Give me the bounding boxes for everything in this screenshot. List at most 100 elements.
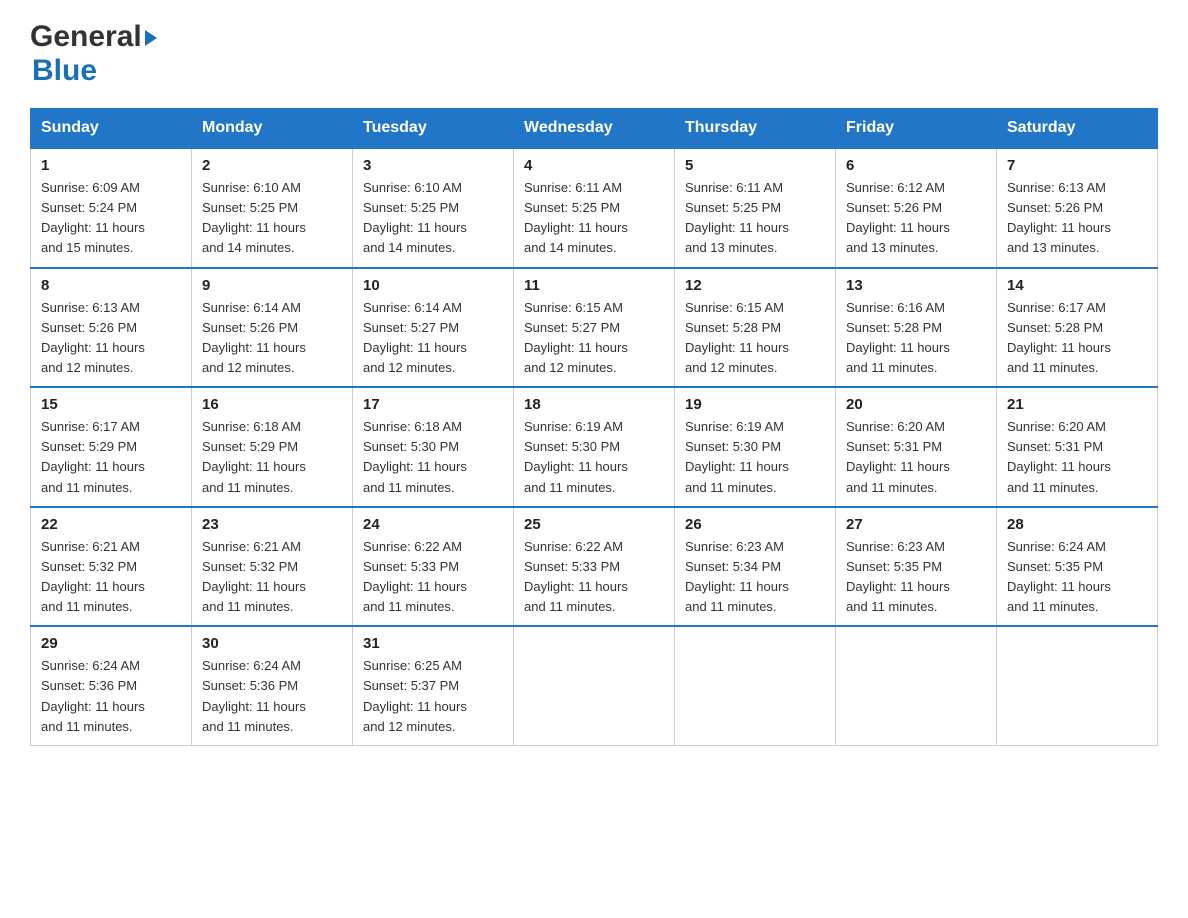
calendar-cell <box>514 626 675 745</box>
calendar-cell: 22 Sunrise: 6:21 AMSunset: 5:32 PMDayligh… <box>31 507 192 627</box>
day-number: 12 <box>685 277 825 294</box>
day-info: Sunrise: 6:11 AMSunset: 5:25 PMDaylight:… <box>685 178 825 259</box>
day-number: 5 <box>685 157 825 174</box>
logo-triangle-icon <box>145 30 157 46</box>
logo-general-text: General <box>30 20 142 54</box>
day-info: Sunrise: 6:25 AMSunset: 5:37 PMDaylight:… <box>363 656 503 737</box>
day-info: Sunrise: 6:11 AMSunset: 5:25 PMDaylight:… <box>524 178 664 259</box>
calendar-cell: 26Sunrise: 6:23 AMSunset: 5:34 PMDayligh… <box>675 507 836 627</box>
calendar-cell: 23 Sunrise: 6:21 AMSunset: 5:32 PMDayligh… <box>192 507 353 627</box>
day-number: 10 <box>363 277 503 294</box>
day-number: 4 <box>524 157 664 174</box>
calendar-cell: 21 Sunrise: 6:20 AMSunset: 5:31 PMDayligh… <box>997 387 1158 507</box>
day-info: Sunrise: 6:14 AMSunset: 5:26 PMDaylight:… <box>202 298 342 379</box>
calendar-cell: 13 Sunrise: 6:16 AMSunset: 5:28 PMDayligh… <box>836 268 997 388</box>
day-info: Sunrise: 6:22 AMSunset: 5:33 PMDaylight:… <box>524 537 664 618</box>
calendar-cell: 20Sunrise: 6:20 AMSunset: 5:31 PMDayligh… <box>836 387 997 507</box>
calendar-cell: 27 Sunrise: 6:23 AMSunset: 5:35 PMDayligh… <box>836 507 997 627</box>
day-info: Sunrise: 6:19 AMSunset: 5:30 PMDaylight:… <box>524 417 664 498</box>
day-number: 6 <box>846 157 986 174</box>
day-info: Sunrise: 6:20 AMSunset: 5:31 PMDaylight:… <box>1007 417 1147 498</box>
day-info: Sunrise: 6:22 AMSunset: 5:33 PMDaylight:… <box>363 537 503 618</box>
day-number: 3 <box>363 157 503 174</box>
calendar-cell: 9 Sunrise: 6:14 AMSunset: 5:26 PMDaylight… <box>192 268 353 388</box>
day-number: 2 <box>202 157 342 174</box>
calendar-week-row: 8 Sunrise: 6:13 AMSunset: 5:26 PMDaylight… <box>31 268 1158 388</box>
day-number: 7 <box>1007 157 1147 174</box>
calendar-cell: 28 Sunrise: 6:24 AMSunset: 5:35 PMDayligh… <box>997 507 1158 627</box>
day-info: Sunrise: 6:24 AMSunset: 5:36 PMDaylight:… <box>41 656 181 737</box>
day-info: Sunrise: 6:15 AMSunset: 5:27 PMDaylight:… <box>524 298 664 379</box>
day-info: Sunrise: 6:21 AMSunset: 5:32 PMDaylight:… <box>41 537 181 618</box>
calendar-cell: 10 Sunrise: 6:14 AMSunset: 5:27 PMDayligh… <box>353 268 514 388</box>
day-number: 1 <box>41 157 181 174</box>
day-info: Sunrise: 6:16 AMSunset: 5:28 PMDaylight:… <box>846 298 986 379</box>
calendar-cell: 12 Sunrise: 6:15 AMSunset: 5:28 PMDayligh… <box>675 268 836 388</box>
day-number: 30 <box>202 635 342 652</box>
day-info: Sunrise: 6:20 AMSunset: 5:31 PMDaylight:… <box>846 417 986 498</box>
calendar-cell: 16Sunrise: 6:18 AMSunset: 5:29 PMDayligh… <box>192 387 353 507</box>
day-info: Sunrise: 6:21 AMSunset: 5:32 PMDaylight:… <box>202 537 342 618</box>
calendar-cell <box>836 626 997 745</box>
page-header: General Blue <box>30 20 1158 88</box>
day-info: Sunrise: 6:14 AMSunset: 5:27 PMDaylight:… <box>363 298 503 379</box>
day-number: 28 <box>1007 516 1147 533</box>
calendar-body: 1Sunrise: 6:09 AMSunset: 5:24 PMDaylight… <box>31 148 1158 745</box>
calendar-cell <box>675 626 836 745</box>
calendar-cell: 7 Sunrise: 6:13 AMSunset: 5:26 PMDaylight… <box>997 148 1158 268</box>
day-number: 9 <box>202 277 342 294</box>
day-info: Sunrise: 6:17 AMSunset: 5:28 PMDaylight:… <box>1007 298 1147 379</box>
day-info: Sunrise: 6:15 AMSunset: 5:28 PMDaylight:… <box>685 298 825 379</box>
calendar-col-header-saturday: Saturday <box>997 109 1158 149</box>
day-number: 22 <box>41 516 181 533</box>
day-number: 19 <box>685 396 825 413</box>
day-info: Sunrise: 6:24 AMSunset: 5:35 PMDaylight:… <box>1007 537 1147 618</box>
calendar-cell: 6Sunrise: 6:12 AMSunset: 5:26 PMDaylight… <box>836 148 997 268</box>
calendar-cell: 11 Sunrise: 6:15 AMSunset: 5:27 PMDayligh… <box>514 268 675 388</box>
day-info: Sunrise: 6:10 AMSunset: 5:25 PMDaylight:… <box>363 178 503 259</box>
day-number: 11 <box>524 277 664 294</box>
day-info: Sunrise: 6:10 AMSunset: 5:25 PMDaylight:… <box>202 178 342 259</box>
calendar-cell: 31Sunrise: 6:25 AMSunset: 5:37 PMDayligh… <box>353 626 514 745</box>
calendar-week-row: 29 Sunrise: 6:24 AMSunset: 5:36 PMDayligh… <box>31 626 1158 745</box>
day-info: Sunrise: 6:18 AMSunset: 5:29 PMDaylight:… <box>202 417 342 498</box>
logo: General Blue <box>30 20 157 88</box>
calendar-cell <box>997 626 1158 745</box>
logo-blue-text: Blue <box>32 54 97 88</box>
day-number: 29 <box>41 635 181 652</box>
day-number: 24 <box>363 516 503 533</box>
day-info: Sunrise: 6:17 AMSunset: 5:29 PMDaylight:… <box>41 417 181 498</box>
calendar-cell: 18 Sunrise: 6:19 AMSunset: 5:30 PMDayligh… <box>514 387 675 507</box>
day-number: 27 <box>846 516 986 533</box>
day-number: 18 <box>524 396 664 413</box>
calendar-week-row: 22 Sunrise: 6:21 AMSunset: 5:32 PMDayligh… <box>31 507 1158 627</box>
day-info: Sunrise: 6:13 AMSunset: 5:26 PMDaylight:… <box>41 298 181 379</box>
day-info: Sunrise: 6:13 AMSunset: 5:26 PMDaylight:… <box>1007 178 1147 259</box>
calendar-cell: 14Sunrise: 6:17 AMSunset: 5:28 PMDayligh… <box>997 268 1158 388</box>
calendar-week-row: 15 Sunrise: 6:17 AMSunset: 5:29 PMDayligh… <box>31 387 1158 507</box>
day-number: 15 <box>41 396 181 413</box>
day-number: 8 <box>41 277 181 294</box>
day-number: 23 <box>202 516 342 533</box>
calendar-cell: 3 Sunrise: 6:10 AMSunset: 5:25 PMDaylight… <box>353 148 514 268</box>
day-number: 13 <box>846 277 986 294</box>
calendar-cell: 29 Sunrise: 6:24 AMSunset: 5:36 PMDayligh… <box>31 626 192 745</box>
day-info: Sunrise: 6:23 AMSunset: 5:35 PMDaylight:… <box>846 537 986 618</box>
calendar-col-header-tuesday: Tuesday <box>353 109 514 149</box>
day-info: Sunrise: 6:24 AMSunset: 5:36 PMDaylight:… <box>202 656 342 737</box>
day-number: 21 <box>1007 396 1147 413</box>
calendar-col-header-friday: Friday <box>836 109 997 149</box>
calendar-cell: 1Sunrise: 6:09 AMSunset: 5:24 PMDaylight… <box>31 148 192 268</box>
calendar-cell: 24 Sunrise: 6:22 AMSunset: 5:33 PMDayligh… <box>353 507 514 627</box>
calendar-cell: 17 Sunrise: 6:18 AMSunset: 5:30 PMDayligh… <box>353 387 514 507</box>
calendar-cell: 2 Sunrise: 6:10 AMSunset: 5:25 PMDaylight… <box>192 148 353 268</box>
day-number: 17 <box>363 396 503 413</box>
day-number: 25 <box>524 516 664 533</box>
day-info: Sunrise: 6:23 AMSunset: 5:34 PMDaylight:… <box>685 537 825 618</box>
day-info: Sunrise: 6:19 AMSunset: 5:30 PMDaylight:… <box>685 417 825 498</box>
day-info: Sunrise: 6:18 AMSunset: 5:30 PMDaylight:… <box>363 417 503 498</box>
calendar-header-row: SundayMondayTuesdayWednesdayThursdayFrid… <box>31 109 1158 149</box>
calendar-col-header-sunday: Sunday <box>31 109 192 149</box>
calendar-col-header-monday: Monday <box>192 109 353 149</box>
calendar-cell: 8 Sunrise: 6:13 AMSunset: 5:26 PMDaylight… <box>31 268 192 388</box>
